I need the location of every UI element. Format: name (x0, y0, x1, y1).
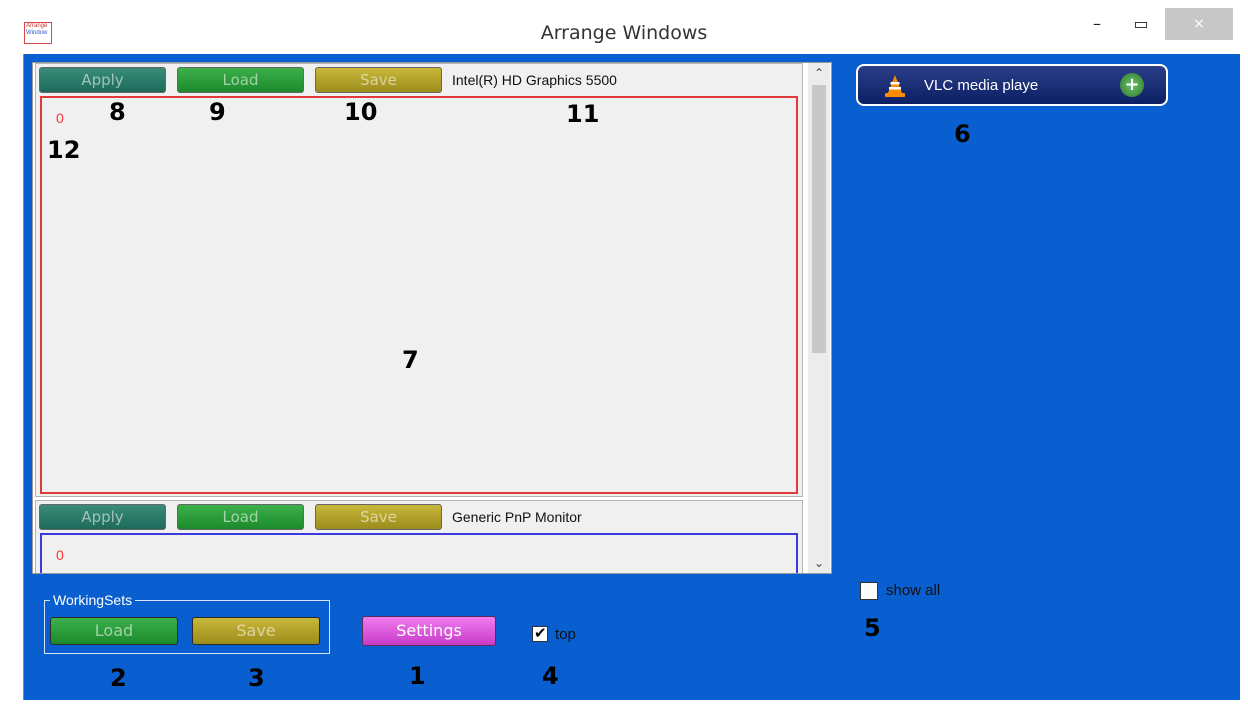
callout-7: 7 (402, 346, 419, 374)
window-title: Arrange Windows (540, 22, 708, 44)
working-sets-save-button[interactable]: Save (192, 617, 320, 645)
apply-button[interactable]: Apply (39, 67, 166, 93)
monitor-index: 0 (56, 110, 64, 126)
load-button[interactable]: Load (177, 67, 304, 93)
monitors-panel: Apply Load Save Intel(R) HD Graphics 550… (32, 62, 832, 574)
minimize-button[interactable]: – (1074, 8, 1120, 40)
callout-11: 11 (566, 100, 600, 128)
close-button[interactable]: × (1165, 8, 1233, 40)
top-checkbox[interactable]: ✔ (532, 624, 548, 642)
monitor-panel-2: Apply Load Save Generic PnP Monitor 0 (35, 500, 803, 573)
scroll-up-icon[interactable]: ⌃ (808, 63, 830, 83)
save-button[interactable]: Save (315, 67, 442, 93)
app-tile-vlc[interactable]: VLC media playe + (856, 64, 1168, 106)
vlc-cone-icon (885, 75, 905, 97)
callout-9: 9 (209, 98, 226, 126)
working-sets-group: WorkingSets Load Save (44, 592, 330, 654)
checkmark-icon: ✔ (534, 624, 547, 642)
title-bar: Arrange Window Arrange Windows – ▭ × (8, 8, 1240, 54)
working-sets-load-button[interactable]: Load (50, 617, 178, 645)
vertical-scrollbar[interactable]: ⌃ ⌄ (808, 63, 830, 573)
callout-8: 8 (109, 98, 126, 126)
show-all-checkbox-label[interactable]: show all (886, 582, 940, 599)
monitor-screen-area[interactable]: 0 (40, 96, 798, 494)
monitor-screen-area[interactable]: 0 (40, 533, 798, 573)
callout-3: 3 (248, 664, 265, 692)
add-icon[interactable]: + (1120, 73, 1144, 97)
save-button[interactable]: Save (315, 504, 442, 530)
apply-button[interactable]: Apply (39, 504, 166, 530)
monitor-name: Intel(R) HD Graphics 5500 (452, 72, 617, 88)
callout-10: 10 (344, 98, 378, 126)
working-sets-legend: WorkingSets (50, 592, 136, 608)
callout-12: 12 (47, 136, 81, 164)
load-button[interactable]: Load (177, 504, 304, 530)
monitor-name: Generic PnP Monitor (452, 509, 582, 525)
monitor-panel-1: Apply Load Save Intel(R) HD Graphics 550… (35, 63, 803, 497)
callout-5: 5 (864, 614, 881, 642)
maximize-button[interactable]: ▭ (1118, 8, 1164, 40)
show-all-checkbox[interactable] (860, 582, 878, 600)
callout-1: 1 (409, 662, 426, 690)
scroll-thumb[interactable] (812, 85, 826, 353)
top-checkbox-label[interactable]: top (555, 626, 576, 643)
monitor-index: 0 (56, 547, 64, 563)
scroll-down-icon[interactable]: ⌄ (808, 553, 830, 573)
callout-4: 4 (542, 662, 559, 690)
settings-button[interactable]: Settings (362, 616, 496, 646)
callout-6: 6 (954, 120, 971, 148)
client-area: Apply Load Save Intel(R) HD Graphics 550… (23, 54, 1240, 700)
app-tile-label: VLC media playe (924, 77, 1039, 94)
callout-2: 2 (110, 664, 127, 692)
